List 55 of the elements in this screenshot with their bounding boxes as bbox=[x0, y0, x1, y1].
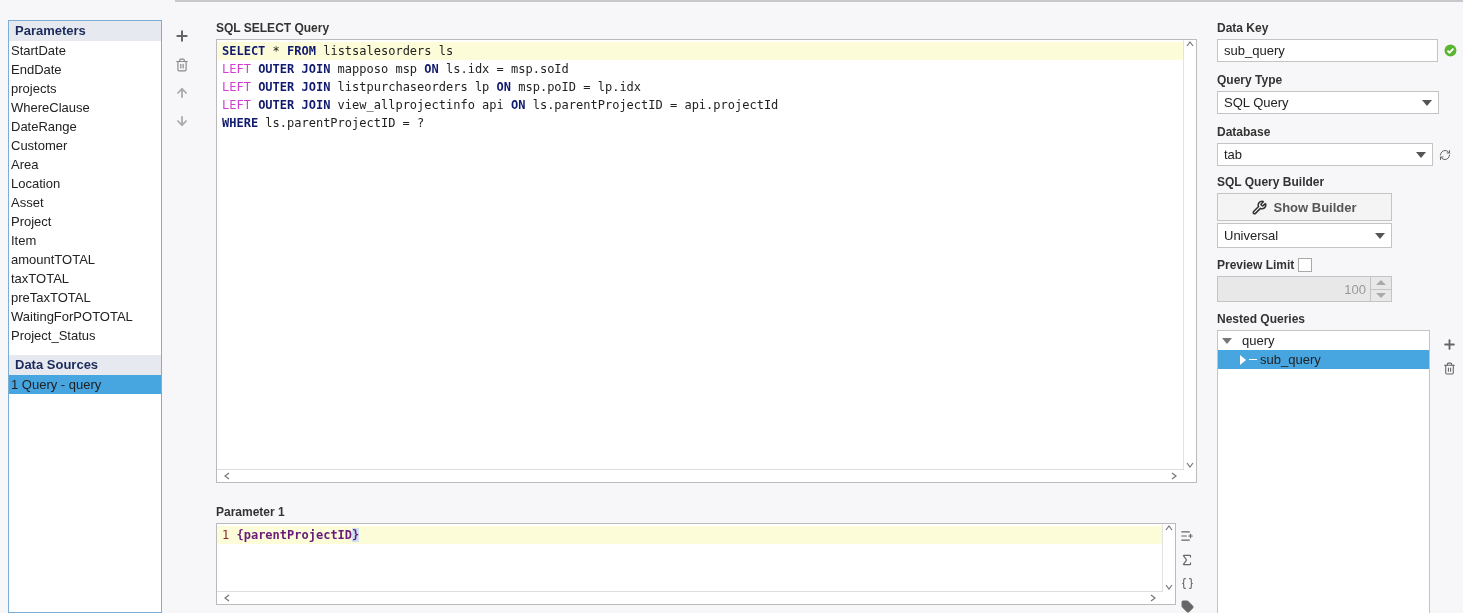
parameter-item[interactable]: projects bbox=[9, 79, 161, 98]
code-line: LEFT OUTER JOIN mapposo msp ON ls.idx = msp.soId bbox=[221, 60, 570, 78]
add-icon[interactable] bbox=[1442, 337, 1457, 352]
code-line: LEFT OUTER JOIN listpurchaseorders lp ON msp.poID = lp.idx bbox=[221, 78, 643, 96]
code-line: WHERE ls.parentProjectID = ? bbox=[221, 114, 426, 132]
parameter-item[interactable]: WaitingForPOTOTAL bbox=[9, 307, 161, 326]
tools-icon bbox=[1252, 199, 1268, 215]
parameter-item[interactable]: taxTOTAL bbox=[9, 269, 161, 288]
insert-property-icon[interactable] bbox=[1180, 529, 1194, 543]
query-type-dropdown[interactable]: SQL Query bbox=[1217, 91, 1439, 114]
parameter-item[interactable]: Location bbox=[9, 174, 161, 193]
parameter-item[interactable]: preTaxTOTAL bbox=[9, 288, 161, 307]
code-line: LEFT OUTER JOIN view_allprojectinfo api ON ls.parentProjectID = api.projectId bbox=[221, 96, 780, 114]
braces-icon[interactable] bbox=[1180, 577, 1194, 590]
tree-connector-line bbox=[1249, 359, 1257, 360]
panel-header: Data Sources bbox=[9, 355, 161, 375]
field-label: Data Key bbox=[1217, 20, 1270, 36]
refresh-icon[interactable] bbox=[1439, 148, 1451, 161]
parameter-item[interactable]: Project_Status bbox=[9, 326, 161, 345]
tree-item[interactable]: query bbox=[1218, 331, 1429, 350]
parameter-item[interactable]: WhereClause bbox=[9, 98, 161, 117]
parameter-item[interactable]: EndDate bbox=[9, 60, 161, 79]
field-label: SQL SELECT Query bbox=[216, 20, 331, 36]
delete-icon[interactable] bbox=[1443, 362, 1456, 375]
tree-item[interactable]: sub_query bbox=[1218, 350, 1429, 369]
field-label: Nested Queries bbox=[1217, 311, 1307, 327]
field-label: Preview Limit bbox=[1217, 257, 1295, 273]
data-source-item[interactable]: 1 Query - query bbox=[9, 375, 161, 394]
database-dropdown[interactable]: tab bbox=[1217, 143, 1433, 166]
tag-icon[interactable] bbox=[1180, 600, 1194, 613]
parameter-item[interactable]: amountTOTAL bbox=[9, 250, 161, 269]
show-builder-button[interactable]: Show Builder bbox=[1217, 193, 1392, 221]
vertical-scrollbar[interactable] bbox=[1162, 524, 1175, 591]
move-up-icon[interactable] bbox=[175, 86, 189, 100]
field-label: Database bbox=[1217, 124, 1272, 140]
field-label: Query Type bbox=[1217, 72, 1284, 88]
dialect-dropdown[interactable]: Universal bbox=[1217, 223, 1392, 248]
field-label: SQL Query Builder bbox=[1217, 174, 1326, 190]
delete-icon[interactable] bbox=[175, 58, 189, 72]
parameter-item[interactable]: Customer bbox=[9, 136, 161, 155]
sigma-icon[interactable] bbox=[1180, 553, 1194, 567]
horizontal-scrollbar[interactable] bbox=[217, 591, 1163, 604]
parameter-editor[interactable]: 1 {parentProjectID} bbox=[216, 523, 1176, 605]
panel-header: Parameters bbox=[9, 21, 161, 41]
vertical-scrollbar[interactable] bbox=[1183, 39, 1196, 470]
data-key-field[interactable]: sub_query bbox=[1217, 39, 1439, 62]
field-label: Parameter 1 bbox=[216, 504, 286, 520]
parameter-item[interactable]: Asset bbox=[9, 193, 161, 212]
add-icon[interactable] bbox=[174, 28, 190, 44]
parameter-item[interactable]: Project bbox=[9, 212, 161, 231]
parameter-item[interactable]: DateRange bbox=[9, 117, 161, 136]
parameter-item[interactable]: StartDate bbox=[9, 41, 161, 60]
parameter-item[interactable]: Area bbox=[9, 155, 161, 174]
parameter-item[interactable]: Item bbox=[9, 231, 161, 250]
move-down-icon[interactable] bbox=[175, 114, 189, 128]
